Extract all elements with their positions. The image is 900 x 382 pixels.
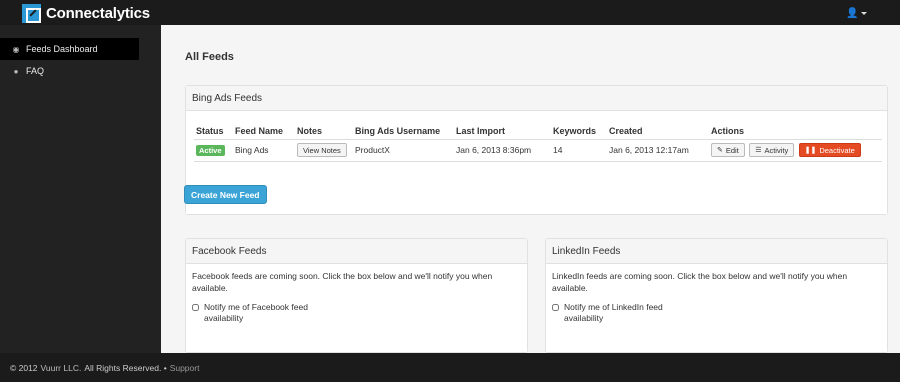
checkbox-label: Notify me of LinkedIn feed availability xyxy=(564,302,663,323)
table-row: Active Bing Ads View Notes ProductX Jan … xyxy=(194,139,882,162)
bing-ads-panel: Bing Ads Feeds Status Feed Name Notes Bi… xyxy=(185,85,888,215)
activity-label: Activity xyxy=(764,145,789,155)
deactivate-label: Deactivate xyxy=(819,145,855,155)
user-icon: 👤 xyxy=(846,7,859,19)
list-icon: ☰ xyxy=(755,147,762,154)
brand-name: Connectalytics xyxy=(46,4,150,22)
page-title: All Feeds xyxy=(185,51,234,63)
company-link[interactable]: Vuurr LLC. xyxy=(41,363,82,373)
sidebar-item-feeds-dashboard[interactable]: ◉ Feeds Dashboard xyxy=(0,38,139,60)
info-icon: ● xyxy=(13,66,19,76)
deactivate-button[interactable]: ❚❚ Deactivate xyxy=(798,143,861,157)
rss-icon: ◉ xyxy=(12,44,20,54)
notify-facebook-checkbox[interactable] xyxy=(192,304,199,311)
edit-label: Edit xyxy=(725,145,739,155)
pencil-icon: ✎ xyxy=(717,147,723,154)
feed-name-cell: Bing Ads xyxy=(233,139,295,162)
username-cell: ProductX xyxy=(353,139,454,162)
linkedin-feeds-panel: LinkedIn Feeds LinkedIn feeds are coming… xyxy=(545,238,888,353)
view-notes-button[interactable]: View Notes xyxy=(297,143,347,157)
brand[interactable]: Connectalytics xyxy=(22,3,150,23)
sidebar-item-label: FAQ xyxy=(26,66,45,76)
sidebar-item-label: Feeds Dashboard xyxy=(26,44,98,54)
support-link[interactable]: Support xyxy=(170,363,200,373)
column-header: Status xyxy=(194,123,233,140)
facebook-feeds-panel: Facebook Feeds Facebook feeds are coming… xyxy=(185,238,528,353)
panel-description: Facebook feeds are coming soon. Click th… xyxy=(192,271,493,293)
top-navbar: Connectalytics 👤 xyxy=(0,0,900,25)
column-header: Notes xyxy=(295,123,353,140)
panel-body: LinkedIn feeds are coming soon. Click th… xyxy=(546,264,887,352)
notify-facebook-row: Notify me of Facebook feed availability xyxy=(192,302,319,324)
panel-heading: LinkedIn Feeds xyxy=(546,239,887,264)
created-cell: Jan 6, 2013 12:17am xyxy=(607,139,709,162)
notes-cell: View Notes xyxy=(295,139,353,162)
panel-heading: Bing Ads Feeds xyxy=(186,86,887,111)
status-cell: Active xyxy=(194,139,233,162)
column-header: Last Import xyxy=(454,123,551,140)
notify-linkedin-row: Notify me of LinkedIn feed availability xyxy=(552,302,679,324)
panel-body: Status Feed Name Notes Bing Ads Username… xyxy=(186,111,887,214)
edit-button[interactable]: ✎ Edit xyxy=(711,143,745,157)
sidebar-item-faq[interactable]: ● FAQ xyxy=(0,60,139,82)
chevron-down-icon xyxy=(861,11,868,15)
status-badge: Active xyxy=(196,144,225,156)
column-header: Actions xyxy=(709,123,882,140)
user-menu-button[interactable]: 👤 xyxy=(846,6,870,20)
main-content: All Feeds Bing Ads Feeds Status Feed Nam… xyxy=(161,25,900,353)
panel-heading: Facebook Feeds xyxy=(186,239,527,264)
column-header: Bing Ads Username xyxy=(353,123,454,140)
activity-button[interactable]: ☰ Activity xyxy=(749,143,795,157)
feeds-table: Status Feed Name Notes Bing Ads Username… xyxy=(194,123,882,162)
panel-description: LinkedIn feeds are coming soon. Click th… xyxy=(552,271,848,293)
footer: © 2012 Vuurr LLC. All Rights Reserved. •… xyxy=(0,353,900,382)
sidebar: ◉ Feeds Dashboard ● FAQ xyxy=(0,25,161,353)
keywords-cell: 14 xyxy=(551,139,607,162)
rights-text: All Rights Reserved. • xyxy=(84,362,167,373)
checkbox-label: Notify me of Facebook feed availability xyxy=(204,302,308,323)
connectalytics-logo-icon xyxy=(22,3,41,23)
table-header-row: Status Feed Name Notes Bing Ads Username… xyxy=(194,123,882,140)
last-import-cell: Jan 6, 2013 8:36pm xyxy=(454,139,551,162)
column-header: Feed Name xyxy=(233,123,295,140)
panel-body: Facebook feeds are coming soon. Click th… xyxy=(186,264,527,352)
notify-linkedin-checkbox[interactable] xyxy=(552,304,559,311)
actions-cell: ✎ Edit ☰ Activity ❚❚ Deactivate xyxy=(709,139,882,162)
column-header: Created xyxy=(607,123,709,140)
create-new-feed-button[interactable]: Create New Feed xyxy=(184,185,267,204)
pause-icon: ❚❚ xyxy=(804,147,817,154)
column-header: Keywords xyxy=(551,123,607,140)
copyright-text: © 2012 xyxy=(10,362,38,373)
